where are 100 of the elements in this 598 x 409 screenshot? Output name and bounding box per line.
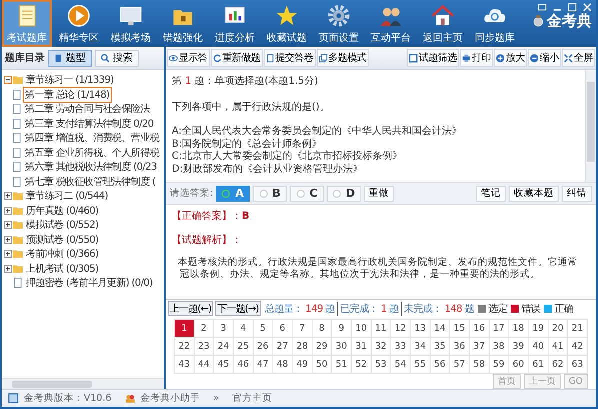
question-number-cell[interactable]: 40	[528, 338, 549, 356]
tree-item[interactable]: 预测试卷 (0/550)	[24, 232, 101, 248]
nav-tab[interactable]: 页面设置	[314, 0, 364, 47]
tree-item[interactable]: 第一章 总论 (1/148)	[23, 86, 112, 103]
horizontal-scrollbar[interactable]	[2, 378, 164, 389]
answer-choice[interactable]: C	[290, 186, 324, 202]
nav-tab[interactable]: 返回主页	[418, 0, 468, 47]
question-number-cell[interactable]: 10	[352, 320, 372, 338]
question-number-cell[interactable]: 2	[194, 320, 214, 338]
next-question-button[interactable]: 下一题(→)	[215, 301, 261, 316]
tree-item[interactable]: 模拟试卷 (0/552)	[24, 217, 101, 234]
question-number-cell[interactable]: 49	[292, 356, 313, 374]
question-number-cell[interactable]: 26	[254, 338, 274, 356]
question-number-cell[interactable]: 45	[214, 356, 234, 374]
expand-icon[interactable]	[4, 250, 12, 258]
toolbar-button[interactable]: 全屏	[562, 49, 595, 67]
toolbar-button[interactable]: 打印	[460, 49, 493, 67]
close-icon[interactable]	[583, 3, 592, 12]
question-number-cell[interactable]: 14	[430, 320, 450, 338]
tree-item[interactable]: 第二章 劳动合同与社会保险法	[23, 101, 152, 118]
question-number-cell[interactable]: 9	[332, 320, 352, 338]
expand-icon[interactable]	[4, 206, 12, 215]
expand-icon[interactable]	[4, 236, 12, 244]
question-number-cell[interactable]: 59	[490, 356, 510, 374]
question-number-cell[interactable]: 63	[568, 356, 588, 374]
question-number-cell[interactable]: 37	[470, 338, 490, 356]
question-number-cell[interactable]: 8	[312, 320, 332, 338]
question-number-cell[interactable]: 46	[234, 356, 254, 374]
action-button[interactable]: 笔记	[476, 186, 506, 202]
action-button[interactable]: 收藏本题	[509, 186, 559, 202]
question-number-cell[interactable]: 55	[410, 356, 431, 374]
tree-item[interactable]: 第五章 企业所得税、个人所得税	[23, 144, 162, 161]
question-number-cell[interactable]: 27	[273, 338, 293, 356]
nav-tab[interactable]: 互动平台	[366, 0, 416, 47]
previous-question-button[interactable]: 上一题(←)	[168, 301, 214, 316]
question-number-cell[interactable]: 36	[450, 338, 470, 356]
nav-tab[interactable]: 收藏试题	[262, 0, 312, 47]
question-number-cell[interactable]: 35	[430, 338, 450, 356]
question-number-cell[interactable]: 16	[470, 320, 490, 338]
question-number-cell[interactable]: 17	[490, 320, 510, 338]
tree-item[interactable]: 上机考试 (0/305)	[24, 260, 101, 277]
question-number-cell[interactable]: 21	[568, 320, 588, 338]
expand-icon[interactable]	[4, 192, 12, 200]
collapse-icon[interactable]	[4, 76, 12, 84]
nav-tab[interactable]: 同步题库	[470, 0, 520, 47]
restore-icon[interactable]	[538, 3, 547, 12]
question-number-cell[interactable]: 4	[234, 320, 254, 338]
tree-item[interactable]: 章节练习二 (0/544)	[24, 188, 110, 204]
question-number-cell[interactable]: 53	[372, 356, 392, 374]
question-number-cell[interactable]: 39	[509, 338, 529, 356]
tree-item[interactable]: 考前冲刺 (0/366)	[24, 246, 101, 262]
question-number-cell[interactable]: 12	[391, 320, 411, 338]
question-number-cell[interactable]: 24	[214, 338, 234, 356]
question-number-cell[interactable]: 28	[292, 338, 313, 356]
question-number-cell[interactable]: 62	[548, 356, 568, 374]
question-number-cell[interactable]: 29	[312, 338, 332, 356]
question-number-cell[interactable]: 51	[332, 356, 352, 374]
tree-item[interactable]: 第六章 其他税收法律制度 (0/23	[23, 159, 159, 176]
helper-link[interactable]: 金考典小助手	[140, 392, 201, 405]
toolbar-button[interactable]: 放大	[494, 49, 527, 67]
question-number-cell[interactable]: 42	[568, 338, 588, 356]
toolbar-button[interactable]: 缩小	[528, 49, 561, 67]
tree-item[interactable]: 押题密卷 (考前半月更新) (0/0)	[24, 275, 155, 292]
nav-tab[interactable]: 精华专区	[54, 0, 104, 47]
question-number-cell[interactable]: 52	[352, 356, 372, 374]
redo-button[interactable]: 重做	[364, 186, 394, 202]
answer-choice[interactable]: B	[253, 186, 288, 202]
question-number-cell[interactable]: 1	[175, 320, 195, 338]
question-number-cell[interactable]: 13	[410, 320, 431, 338]
tree-item[interactable]: 第四章 增值税、消费税、营业税	[23, 130, 162, 146]
question-number-cell[interactable]: 57	[450, 356, 470, 374]
question-number-cell[interactable]: 32	[372, 338, 392, 356]
question-number-cell[interactable]: 23	[194, 338, 214, 356]
question-number-cell[interactable]: 30	[332, 338, 352, 356]
sidebar-tab[interactable]: 题型	[48, 50, 92, 66]
maximize-icon[interactable]	[568, 3, 577, 12]
question-number-cell[interactable]: 31	[352, 338, 372, 356]
question-number-cell[interactable]: 50	[312, 356, 332, 374]
question-number-cell[interactable]: 22	[175, 338, 195, 356]
question-number-cell[interactable]: 18	[509, 320, 529, 338]
question-number-cell[interactable]: 5	[254, 320, 274, 338]
question-number-cell[interactable]: 34	[410, 338, 431, 356]
toolbar-button[interactable]: 提交答卷	[264, 49, 316, 67]
toolbar-button[interactable]: 显示答	[167, 49, 210, 67]
question-number-cell[interactable]: 43	[175, 356, 195, 374]
question-number-cell[interactable]: 54	[391, 356, 411, 374]
question-number-cell[interactable]: 3	[214, 320, 234, 338]
question-number-cell[interactable]: 33	[391, 338, 411, 356]
question-number-cell[interactable]: 20	[548, 320, 568, 338]
tree-item[interactable]: 第七章 税收征收管理法律制度 (	[23, 174, 158, 190]
question-number-cell[interactable]: 48	[273, 356, 293, 374]
homepage-link[interactable]: 官方主页	[232, 392, 272, 405]
question-number-cell[interactable]: 44	[194, 356, 214, 374]
tree-item[interactable]: 章节练习一 (1/1339)	[24, 72, 116, 88]
nav-tab[interactable]: 进度分析	[210, 0, 260, 47]
toolbar-button[interactable]: 试题筛选	[407, 49, 459, 67]
nav-tab[interactable]: 错题强化	[158, 0, 208, 47]
question-number-cell[interactable]: 61	[528, 356, 549, 374]
vertical-scrollbar[interactable]	[585, 70, 596, 182]
sidebar-tab[interactable]: 搜索	[95, 50, 139, 66]
